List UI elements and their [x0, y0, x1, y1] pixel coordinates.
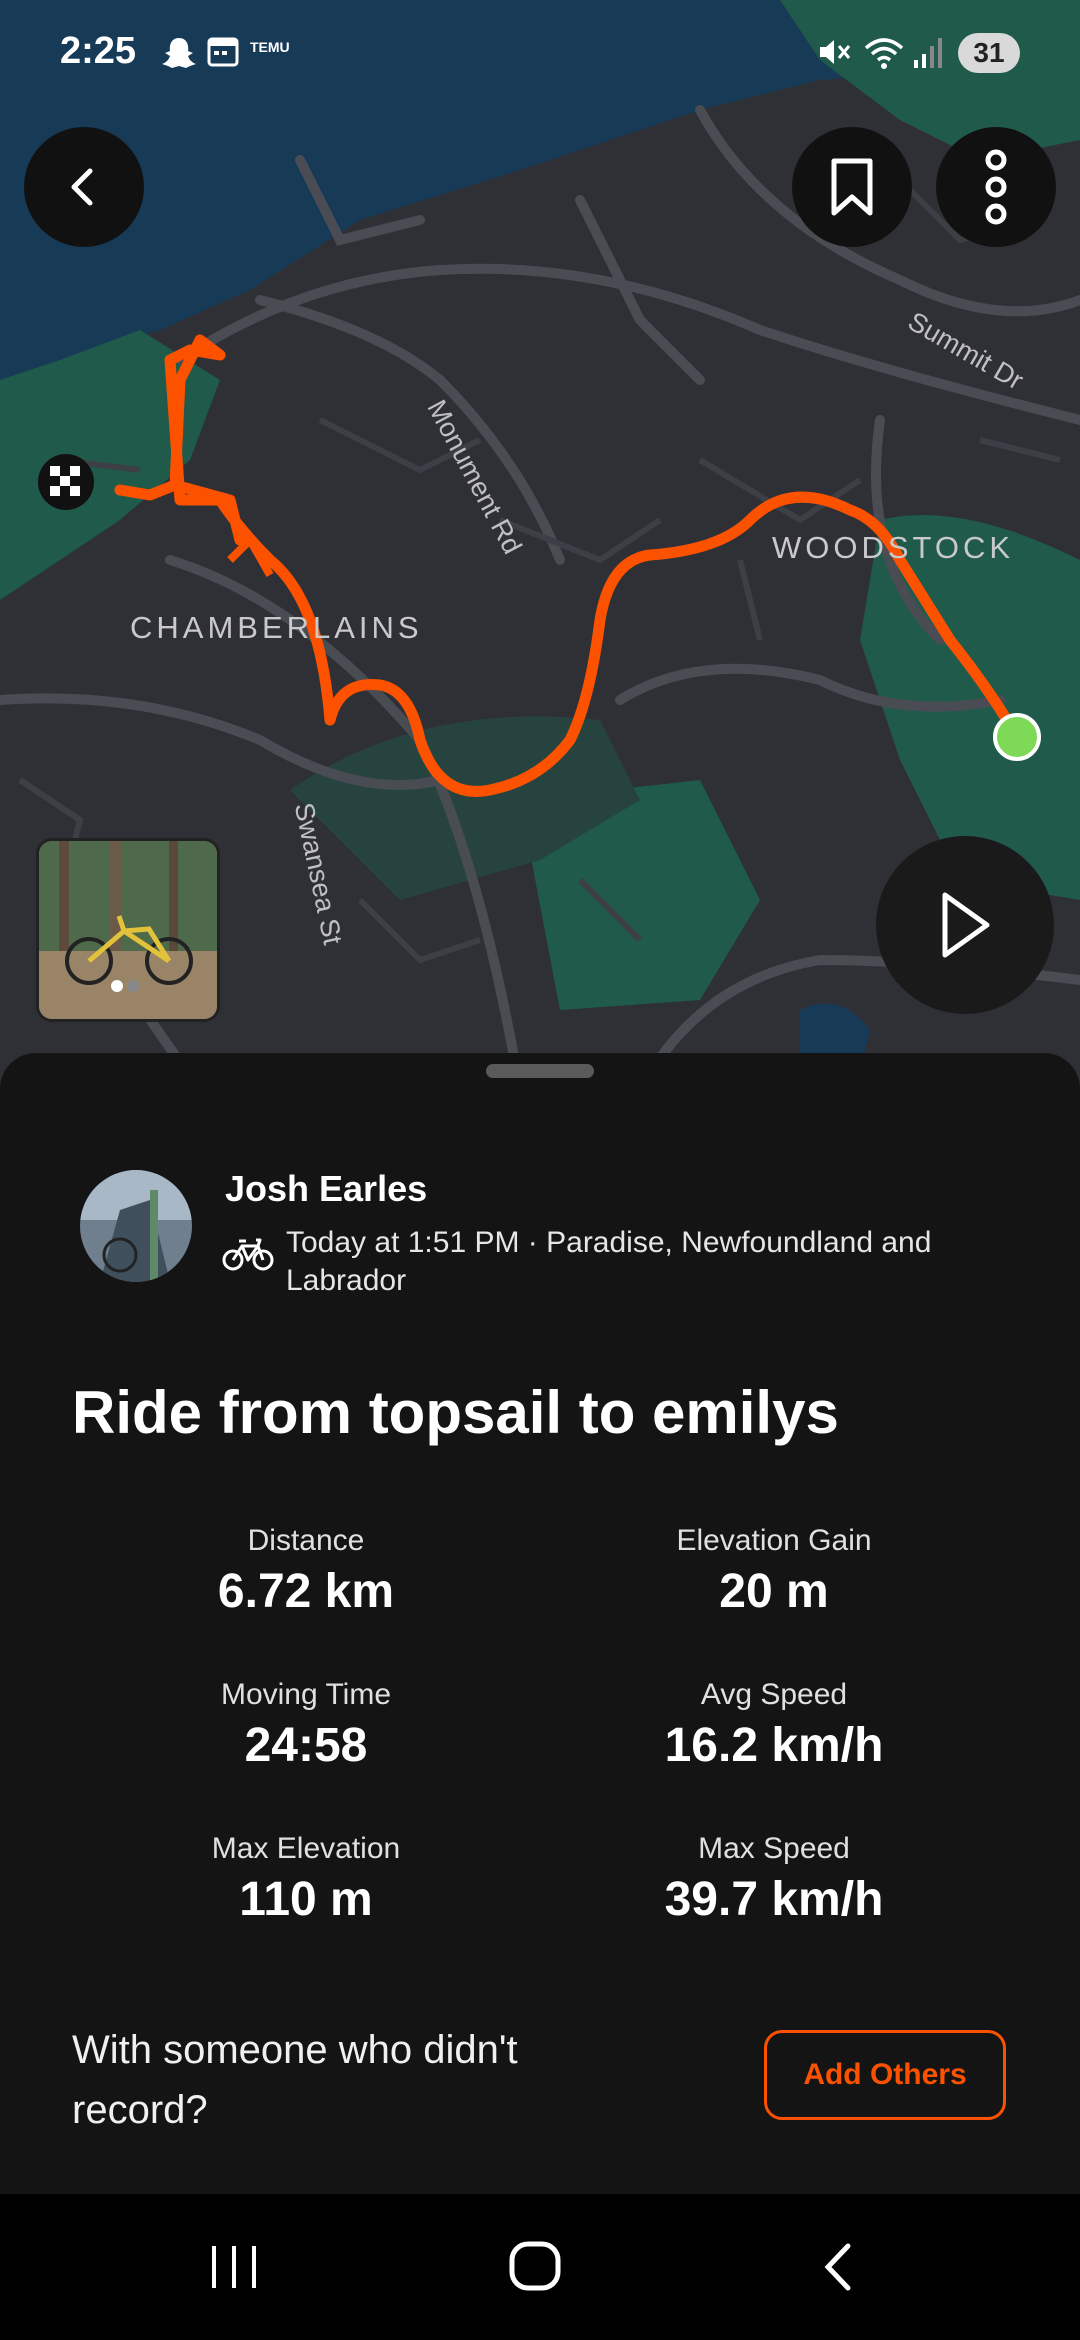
stat-value: 16.2 km/h [664, 1719, 884, 1772]
activity-title: Ride from topsail to emilys [72, 1379, 839, 1446]
wifi-icon [864, 38, 904, 69]
stat-label: Max Speed [698, 1832, 850, 1865]
temu-icon: TEMU [250, 39, 290, 55]
nav-back-icon[interactable] [816, 2240, 860, 2294]
route-map[interactable]: CHAMBERLAINS WOODSTOCK Monument Rd Swans… [0, 0, 1080, 1090]
calendar-icon [207, 37, 239, 67]
stat-max-elevation: Max Elevation 110 m [96, 1832, 516, 1927]
stat-distance: Distance 6.72 km [96, 1524, 516, 1619]
stat-label: Moving Time [220, 1678, 392, 1711]
more-vertical-icon [985, 149, 1007, 225]
bookmark-icon [831, 158, 873, 216]
stat-value: 24:58 [244, 1719, 368, 1772]
bike-photo [39, 841, 217, 1019]
play-icon [942, 892, 990, 958]
map-label-woodstock: WOODSTOCK [772, 530, 1015, 565]
home-icon[interactable] [508, 2238, 564, 2294]
battery-indicator: 31 [958, 33, 1020, 73]
recents-icon[interactable] [206, 2242, 262, 2292]
system-nav-bar [0, 2194, 1080, 2340]
start-marker [993, 713, 1041, 761]
with-others-prompt: With someone who didn't record? [72, 2028, 518, 2132]
stat-value: 39.7 km/h [664, 1873, 884, 1926]
bookmark-button[interactable] [792, 127, 912, 247]
back-button[interactable] [24, 127, 144, 247]
stat-value: 110 m [239, 1873, 373, 1926]
bike-icon [222, 1238, 274, 1271]
stat-avg-speed: Avg Speed 16.2 km/h [564, 1678, 984, 1773]
stat-label: Elevation Gain [676, 1524, 872, 1557]
status-time: 2:25 [60, 30, 137, 72]
back-icon [71, 168, 93, 206]
stat-label: Avg Speed [700, 1678, 848, 1711]
athlete-name[interactable]: Josh Earles [225, 1168, 427, 1210]
add-others-button[interactable]: Add Others [764, 2030, 1006, 2120]
finish-flag-icon [38, 454, 94, 510]
stat-moving-time: Moving Time 24:58 [96, 1678, 516, 1773]
signal-icon [914, 38, 942, 68]
stat-max-speed: Max Speed 39.7 km/h [564, 1832, 984, 1927]
stat-label: Distance [247, 1524, 365, 1557]
stat-value: 20 m [719, 1565, 829, 1618]
activity-photo-thumbnail[interactable] [36, 838, 220, 1022]
stat-elevation-gain: Elevation Gain 20 m [564, 1524, 984, 1619]
mute-icon [820, 40, 851, 64]
stat-value: 6.72 km [217, 1565, 395, 1618]
sheet-drag-handle[interactable] [486, 1064, 594, 1078]
stat-label: Max Elevation [211, 1832, 401, 1865]
avatar[interactable] [80, 1170, 192, 1282]
avatar-photo [80, 1170, 192, 1282]
more-options-button[interactable] [936, 127, 1056, 247]
map-label-chamberlains: CHAMBERLAINS [130, 610, 423, 645]
snapchat-icon [162, 38, 196, 68]
play-flyover-button[interactable] [876, 836, 1054, 1014]
route-direction-arrow [227, 533, 274, 577]
status-bar: 2:25 TEMU 31 [0, 0, 1080, 110]
activity-meta: Today at 1:51 PM · Paradise, Newfoundlan… [286, 1226, 932, 1297]
